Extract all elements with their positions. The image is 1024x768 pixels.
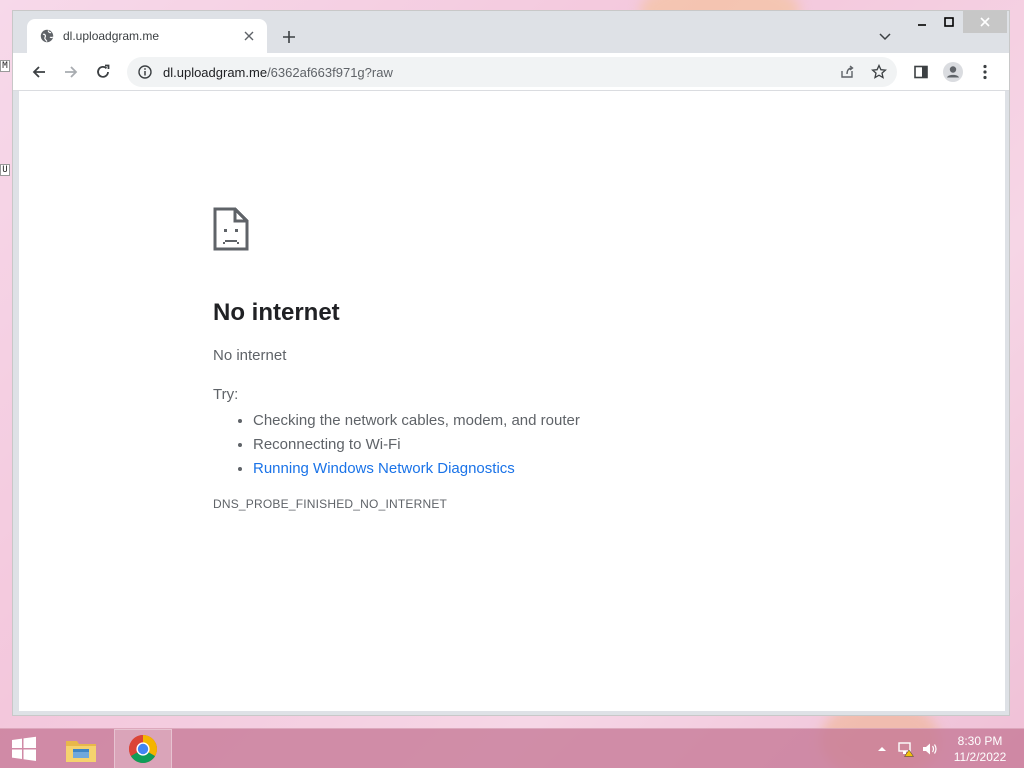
error-subheading: No internet xyxy=(213,347,287,364)
clock-date: 11/2/2022 xyxy=(953,750,1007,764)
back-button[interactable] xyxy=(25,58,53,86)
browser-toolbar: dl.uploadgram.me/6362af663f971g?raw xyxy=(13,53,1009,91)
browser-window: dl.uploadgram.me dl.uploadgram.me/6362af… xyxy=(12,10,1010,716)
taskbar: 8:30 PM 11/2/2022 xyxy=(0,728,1024,768)
volume-icon[interactable] xyxy=(922,741,938,757)
error-content: No internet No internet Try: Checking th… xyxy=(213,207,813,511)
address-bar[interactable]: dl.uploadgram.me/6362af663f971g?raw xyxy=(127,57,897,87)
globe-icon xyxy=(39,28,55,44)
suggestion-item: Checking the network cables, modem, and … xyxy=(253,409,813,433)
side-panel-button[interactable] xyxy=(907,58,935,86)
suggestion-item: Running Windows Network Diagnostics xyxy=(253,457,813,481)
desktop-icon-fragment[interactable]: U xyxy=(0,164,10,176)
try-label: Try: xyxy=(213,386,239,403)
network-status-icon[interactable] xyxy=(898,741,914,757)
reload-button[interactable] xyxy=(89,58,117,86)
bookmark-star-icon[interactable] xyxy=(867,60,891,84)
start-button[interactable] xyxy=(0,729,48,768)
share-icon[interactable] xyxy=(835,60,859,84)
page-viewport: No internet No internet Try: Checking th… xyxy=(19,91,1005,711)
error-heading: No internet xyxy=(213,299,340,326)
suggestion-list: Checking the network cables, modem, and … xyxy=(213,409,813,481)
tab-title: dl.uploadgram.me xyxy=(63,29,160,43)
maximize-button[interactable] xyxy=(938,11,960,33)
chrome-taskbar-icon[interactable] xyxy=(114,729,172,768)
file-explorer-icon[interactable] xyxy=(56,729,106,768)
system-clock[interactable]: 8:30 PM 11/2/2022 xyxy=(946,733,1014,765)
close-window-button[interactable] xyxy=(963,11,1007,33)
desktop-icon-fragment[interactable]: M xyxy=(0,60,10,72)
clock-time: 8:30 PM xyxy=(957,734,1003,748)
menu-kebab-icon[interactable] xyxy=(971,58,999,86)
network-diagnostics-link[interactable]: Running Windows Network Diagnostics xyxy=(253,460,515,477)
site-info-icon[interactable] xyxy=(137,64,153,80)
url-path: /6362af663f971g?raw xyxy=(267,64,393,80)
tab-active[interactable]: dl.uploadgram.me xyxy=(27,19,267,53)
error-code: DNS_PROBE_FINISHED_NO_INTERNET xyxy=(213,497,448,511)
url-host: dl.uploadgram.me xyxy=(163,64,268,80)
new-tab-button[interactable] xyxy=(277,25,301,49)
profile-avatar[interactable] xyxy=(939,58,967,86)
tab-close-icon[interactable] xyxy=(241,28,257,44)
tab-search-chevron-icon[interactable] xyxy=(875,27,895,47)
minimize-button[interactable] xyxy=(911,11,933,33)
tab-strip: dl.uploadgram.me xyxy=(13,11,1009,53)
sad-document-icon xyxy=(213,207,249,251)
suggestion-item: Reconnecting to Wi-Fi xyxy=(253,433,813,457)
address-url[interactable]: dl.uploadgram.me/6362af663f971g?raw xyxy=(163,65,393,80)
tray-overflow-chevron-icon[interactable] xyxy=(874,741,890,757)
forward-button[interactable] xyxy=(57,58,85,86)
